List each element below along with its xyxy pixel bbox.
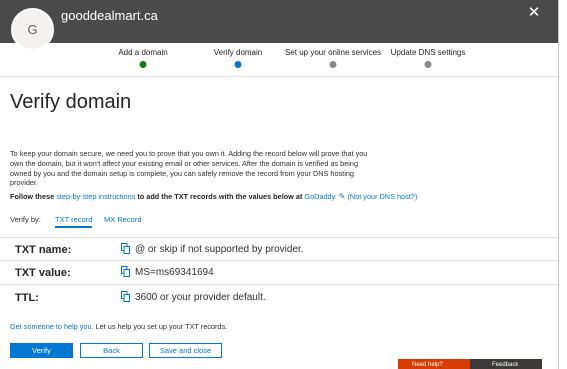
back-button[interactable]: Back	[80, 343, 143, 358]
follow-prefix: Follow these	[10, 192, 55, 201]
need-help-button[interactable]: Need help?	[398, 359, 470, 369]
floating-help-bar: Need help? Feedback	[398, 359, 542, 369]
step-online-services: Set up your online services	[284, 48, 382, 57]
record-row-txt-value: TXT value: MS=ms69341694	[0, 261, 558, 285]
record-row-ttl: TTL: 3600 or your provider default.	[0, 286, 558, 310]
step-by-step-link[interactable]: step-by-step instructions	[56, 192, 135, 201]
verify-button[interactable]: Verify	[10, 343, 73, 358]
txt-name-value: @ or skip if not supported by provider.	[135, 244, 304, 255]
copy-icon[interactable]	[121, 266, 130, 277]
edit-icon[interactable]: ✎	[339, 192, 346, 201]
copy-icon[interactable]	[121, 291, 130, 302]
step-pending-dot	[329, 61, 337, 68]
not-dns-host-link[interactable]: (Not your DNS host?)	[348, 192, 418, 201]
provider-link[interactable]: GoDaddy.	[304, 192, 336, 201]
save-and-close-button[interactable]: Save and close	[149, 343, 222, 358]
tab-mx-record[interactable]: MX Record	[104, 215, 142, 224]
txt-value-label: TXT value:	[15, 267, 71, 279]
tab-txt-record[interactable]: TXT record	[55, 215, 92, 224]
help-text: Let us help you set up your TXT records.	[95, 322, 228, 331]
verify-by-label: Verify by:	[10, 215, 41, 224]
ttl-label: TTL:	[15, 292, 39, 304]
page-title: Verify domain	[10, 91, 132, 113]
follow-middle: to add the TXT records with the values b…	[137, 192, 303, 201]
step-current-dot	[234, 61, 242, 68]
step-pending-dot	[424, 61, 432, 68]
panel-border	[558, 0, 559, 369]
domain-name: gooddealmart.ca	[61, 8, 158, 23]
instructions-line: Follow these step-by-step instructions t…	[10, 192, 417, 201]
step-verify-domain: Verify domain	[213, 48, 263, 57]
ttl-value: 3600 or your provider default.	[135, 292, 266, 303]
help-line: Get someone to help you. Let us help you…	[10, 322, 227, 331]
step-update-dns: Update DNS settings	[390, 48, 466, 57]
progress-steps: Add a domain Verify domain Set up your o…	[0, 43, 558, 77]
txt-name-label: TXT name:	[15, 244, 72, 256]
top-banner: gooddealmart.ca ✕	[0, 0, 558, 43]
close-icon[interactable]: ✕	[526, 5, 542, 21]
get-help-link[interactable]: Get someone to help you.	[10, 322, 94, 331]
step-complete-dot	[139, 61, 147, 68]
copy-icon[interactable]	[121, 243, 130, 254]
intro-paragraph: To keep your domain secure, we need you …	[10, 149, 368, 188]
record-row-txt-name: TXT name: @ or skip if not supported by …	[0, 237, 558, 261]
selected-tab-indicator	[55, 226, 92, 228]
txt-value-value: MS=ms69341694	[135, 267, 214, 278]
step-add-domain: Add a domain	[118, 48, 168, 57]
feedback-button[interactable]: Feedback	[470, 359, 542, 369]
